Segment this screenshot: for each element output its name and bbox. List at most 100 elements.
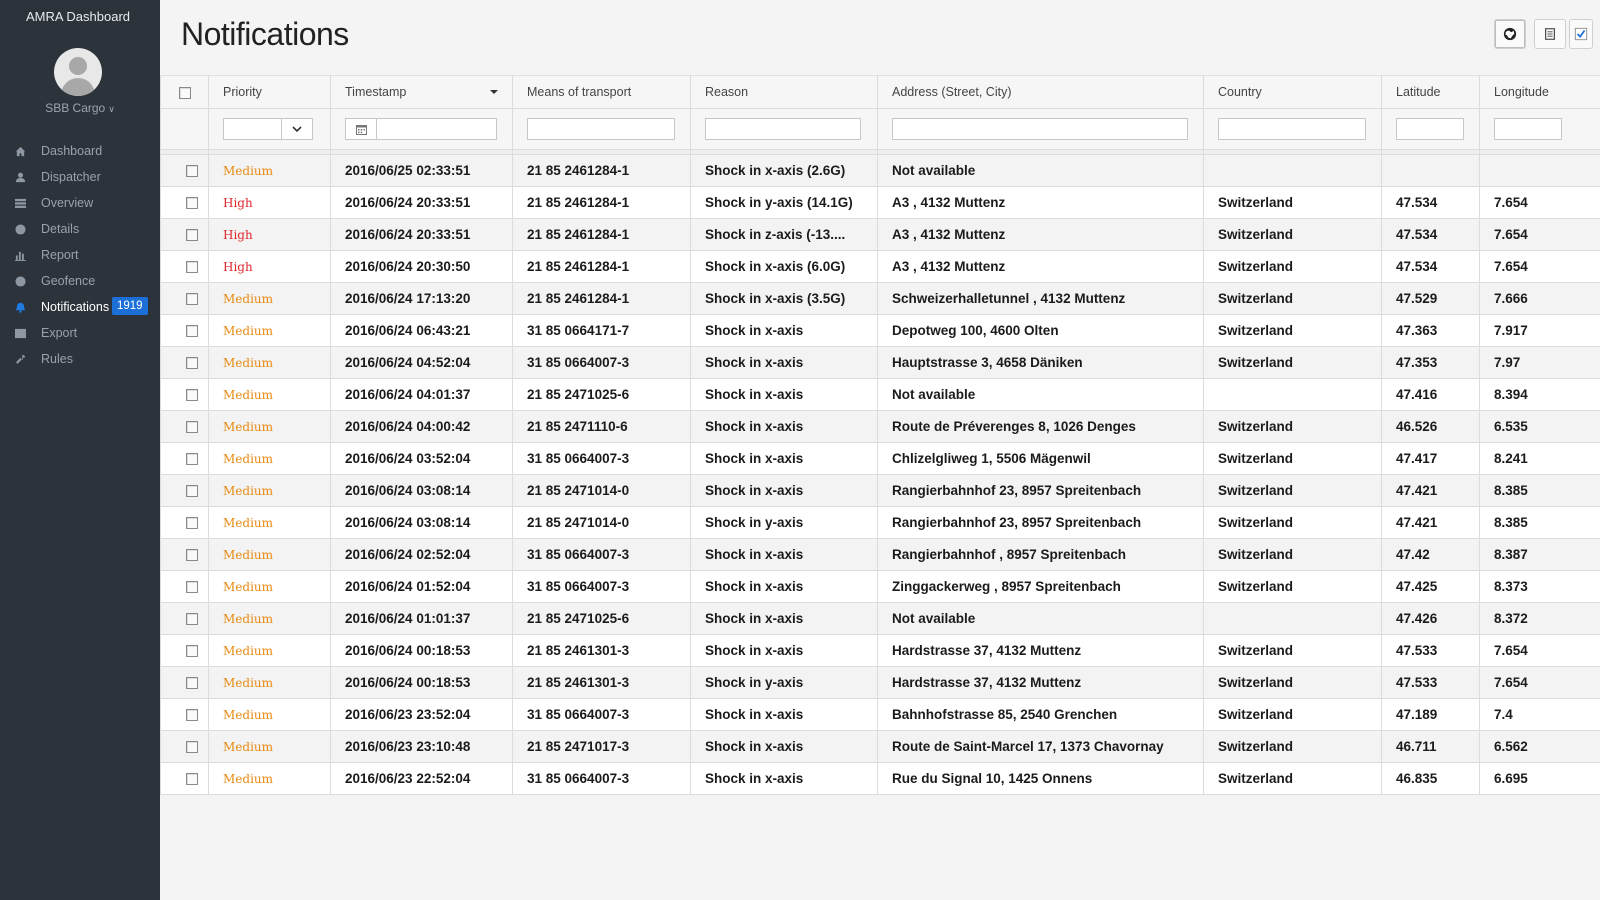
row-checkbox[interactable] bbox=[185, 389, 198, 402]
table-row[interactable]: Medium 2016/06/24 03:08:14 21 85 2471014-0… bbox=[160, 506, 1600, 539]
sidebar-item-dashboard[interactable]: Dashboard bbox=[0, 138, 160, 164]
cell-timestamp: 2016/06/24 17:13:20 bbox=[330, 282, 513, 315]
row-checkbox[interactable] bbox=[185, 165, 198, 178]
company-selector[interactable]: SBB Cargo ∨ bbox=[0, 101, 160, 115]
table-row[interactable]: Medium 2016/06/24 02:52:04 31 85 0664007-3… bbox=[160, 538, 1600, 571]
timestamp-filter[interactable] bbox=[345, 118, 497, 140]
row-checkbox[interactable] bbox=[185, 645, 198, 658]
sidebar-item-report[interactable]: Report bbox=[0, 242, 160, 268]
chevron-down-icon[interactable] bbox=[282, 119, 312, 139]
row-checkbox[interactable] bbox=[185, 229, 198, 242]
table-row[interactable]: Medium 2016/06/25 02:33:51 21 85 2461284-1… bbox=[160, 154, 1600, 187]
filter-cell-longitude bbox=[1479, 108, 1600, 150]
table-row[interactable]: Medium 2016/06/24 00:18:53 21 85 2461301-3… bbox=[160, 666, 1600, 699]
cell-transport: 31 85 0664007-3 bbox=[512, 698, 691, 731]
cell-longitude: 7.4 bbox=[1479, 698, 1600, 731]
sidebar-item-overview[interactable]: Overview bbox=[0, 190, 160, 216]
document-button[interactable] bbox=[1534, 19, 1566, 49]
row-select-cell bbox=[160, 186, 209, 219]
sidebar-item-label: Geofence bbox=[41, 274, 96, 288]
row-checkbox[interactable] bbox=[185, 773, 198, 786]
column-header-priority[interactable]: Priority bbox=[208, 75, 331, 109]
table-row[interactable]: Medium 2016/06/24 17:13:20 21 85 2461284-1… bbox=[160, 282, 1600, 315]
table-row[interactable]: Medium 2016/06/24 03:52:04 31 85 0664007-3… bbox=[160, 442, 1600, 475]
sidebar-item-dispatcher[interactable]: Dispatcher bbox=[0, 164, 160, 190]
select-all-checkbox[interactable] bbox=[178, 86, 191, 99]
cell-transport: 21 85 2461284-1 bbox=[512, 218, 691, 251]
address-filter-input[interactable] bbox=[892, 118, 1188, 140]
table-row[interactable]: High 2016/06/24 20:30:50 21 85 2461284-1 Sh… bbox=[160, 250, 1600, 283]
row-checkbox[interactable] bbox=[185, 613, 198, 626]
filter-cell-country bbox=[1203, 108, 1382, 150]
cell-longitude: 7.654 bbox=[1479, 218, 1600, 251]
row-checkbox[interactable] bbox=[185, 325, 198, 338]
country-filter-input[interactable] bbox=[1218, 118, 1366, 140]
row-checkbox[interactable] bbox=[185, 485, 198, 498]
table-row[interactable]: Medium 2016/06/24 04:01:37 21 85 2471025-6… bbox=[160, 378, 1600, 411]
cell-reason: Shock in x-axis (2.6G) bbox=[690, 154, 878, 187]
sidebar-item-label: Notifications bbox=[41, 300, 110, 314]
column-header-timestamp[interactable]: Timestamp bbox=[330, 75, 513, 109]
column-header-transport[interactable]: Means of transport bbox=[512, 75, 691, 109]
cell-transport: 21 85 2461284-1 bbox=[512, 154, 691, 187]
latitude-filter-input[interactable] bbox=[1396, 118, 1464, 140]
row-checkbox[interactable] bbox=[185, 581, 198, 594]
sidebar-item-details[interactable]: Details bbox=[0, 216, 160, 242]
table-row[interactable]: Medium 2016/06/23 22:52:04 31 85 0664007-3… bbox=[160, 762, 1600, 795]
column-header-country[interactable]: Country bbox=[1203, 75, 1382, 109]
globe-button[interactable] bbox=[1494, 19, 1526, 49]
cell-timestamp: 2016/06/24 06:43:21 bbox=[330, 314, 513, 347]
column-header-latitude[interactable]: Latitude bbox=[1381, 75, 1480, 109]
cell-country: Switzerland bbox=[1203, 186, 1382, 219]
table-row[interactable]: Medium 2016/06/24 00:18:53 21 85 2461301-3… bbox=[160, 634, 1600, 667]
longitude-filter-input[interactable] bbox=[1494, 118, 1562, 140]
row-checkbox[interactable] bbox=[185, 741, 198, 754]
cell-latitude: 47.353 bbox=[1381, 346, 1480, 379]
sidebar-item-rules[interactable]: Rules bbox=[0, 346, 160, 372]
timestamp-filter-input[interactable] bbox=[377, 119, 496, 139]
table-row[interactable]: Medium 2016/06/24 01:01:37 21 85 2471025-6… bbox=[160, 602, 1600, 635]
row-checkbox[interactable] bbox=[185, 293, 198, 306]
header-select-all[interactable] bbox=[160, 75, 209, 109]
row-checkbox[interactable] bbox=[185, 421, 198, 434]
row-select-cell bbox=[160, 346, 209, 379]
select-all-button[interactable] bbox=[1569, 19, 1593, 49]
cell-address: Chlizelgliweg 1, 5506 Mägenwil bbox=[877, 442, 1204, 475]
sidebar-item-notifications[interactable]: Notifications 1919 bbox=[0, 294, 160, 320]
column-header-address[interactable]: Address (Street, City) bbox=[877, 75, 1204, 109]
table-row[interactable]: Medium 2016/06/23 23:10:48 21 85 2471017-3… bbox=[160, 730, 1600, 763]
row-checkbox[interactable] bbox=[185, 453, 198, 466]
row-checkbox[interactable] bbox=[185, 677, 198, 690]
avatar[interactable] bbox=[54, 48, 102, 96]
cell-transport: 31 85 0664007-3 bbox=[512, 442, 691, 475]
table-row[interactable]: Medium 2016/06/23 23:52:04 31 85 0664007-3… bbox=[160, 698, 1600, 731]
table-row[interactable]: Medium 2016/06/24 06:43:21 31 85 0664171-7… bbox=[160, 314, 1600, 347]
cell-timestamp: 2016/06/24 03:08:14 bbox=[330, 474, 513, 507]
priority-filter-select[interactable] bbox=[223, 118, 313, 140]
cell-priority: Medium bbox=[208, 634, 331, 667]
sidebar-item-label: Details bbox=[41, 222, 80, 236]
row-checkbox[interactable] bbox=[185, 357, 198, 370]
cell-timestamp: 2016/06/23 23:52:04 bbox=[330, 698, 513, 731]
table-row[interactable]: Medium 2016/06/24 01:52:04 31 85 0664007-3… bbox=[160, 570, 1600, 603]
row-checkbox[interactable] bbox=[185, 261, 198, 274]
row-checkbox[interactable] bbox=[185, 709, 198, 722]
calendar-icon[interactable] bbox=[346, 119, 377, 139]
table-row[interactable]: High 2016/06/24 20:33:51 21 85 2461284-1 Sh… bbox=[160, 186, 1600, 219]
transport-filter-input[interactable] bbox=[527, 118, 675, 140]
row-checkbox[interactable] bbox=[185, 517, 198, 530]
row-checkbox[interactable] bbox=[185, 549, 198, 562]
column-header-reason[interactable]: Reason bbox=[690, 75, 878, 109]
column-header-longitude[interactable]: Longitude bbox=[1479, 75, 1600, 109]
grid-icon bbox=[13, 196, 27, 210]
table-row[interactable]: Medium 2016/06/24 04:00:42 21 85 2471110-6… bbox=[160, 410, 1600, 443]
table-row[interactable]: Medium 2016/06/24 04:52:04 31 85 0664007-3… bbox=[160, 346, 1600, 379]
table-row[interactable]: High 2016/06/24 20:33:51 21 85 2461284-1 Sh… bbox=[160, 218, 1600, 251]
cell-transport: 21 85 2471025-6 bbox=[512, 378, 691, 411]
sidebar-item-geofence[interactable]: Geofence bbox=[0, 268, 160, 294]
table-row[interactable]: Medium 2016/06/24 03:08:14 21 85 2471014-0… bbox=[160, 474, 1600, 507]
cell-address: A3 , 4132 Muttenz bbox=[877, 186, 1204, 219]
sidebar-item-export[interactable]: Export bbox=[0, 320, 160, 346]
row-checkbox[interactable] bbox=[185, 197, 198, 210]
reason-filter-input[interactable] bbox=[705, 118, 861, 140]
